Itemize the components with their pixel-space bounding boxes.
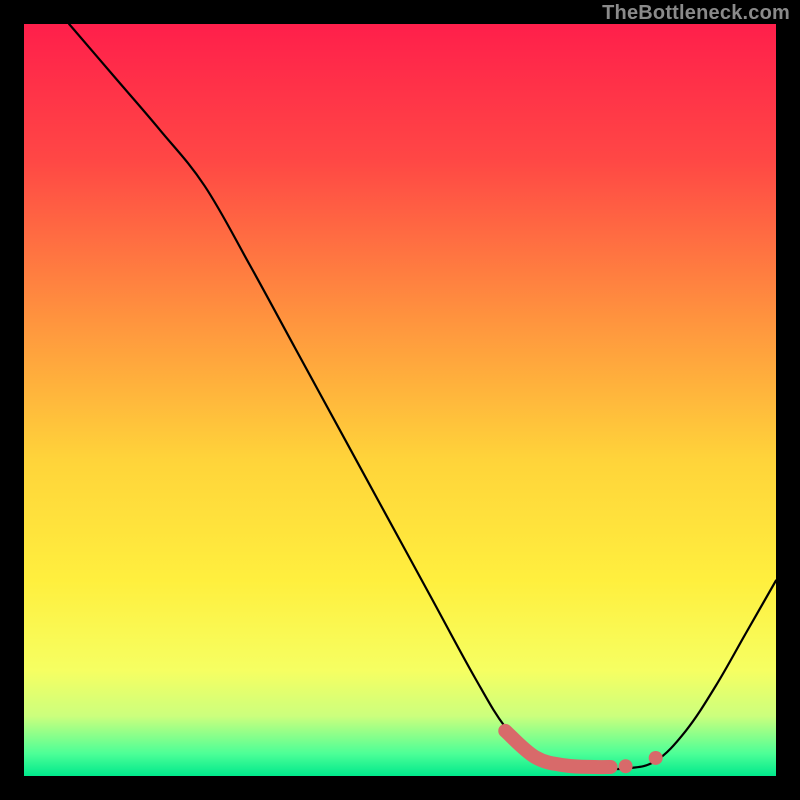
watermark-text: TheBottleneck.com xyxy=(602,2,790,25)
chart-frame xyxy=(24,24,776,776)
chart-svg xyxy=(24,24,776,776)
highlight-point xyxy=(649,751,663,765)
chart-background xyxy=(24,24,776,776)
highlight-point xyxy=(619,759,633,773)
